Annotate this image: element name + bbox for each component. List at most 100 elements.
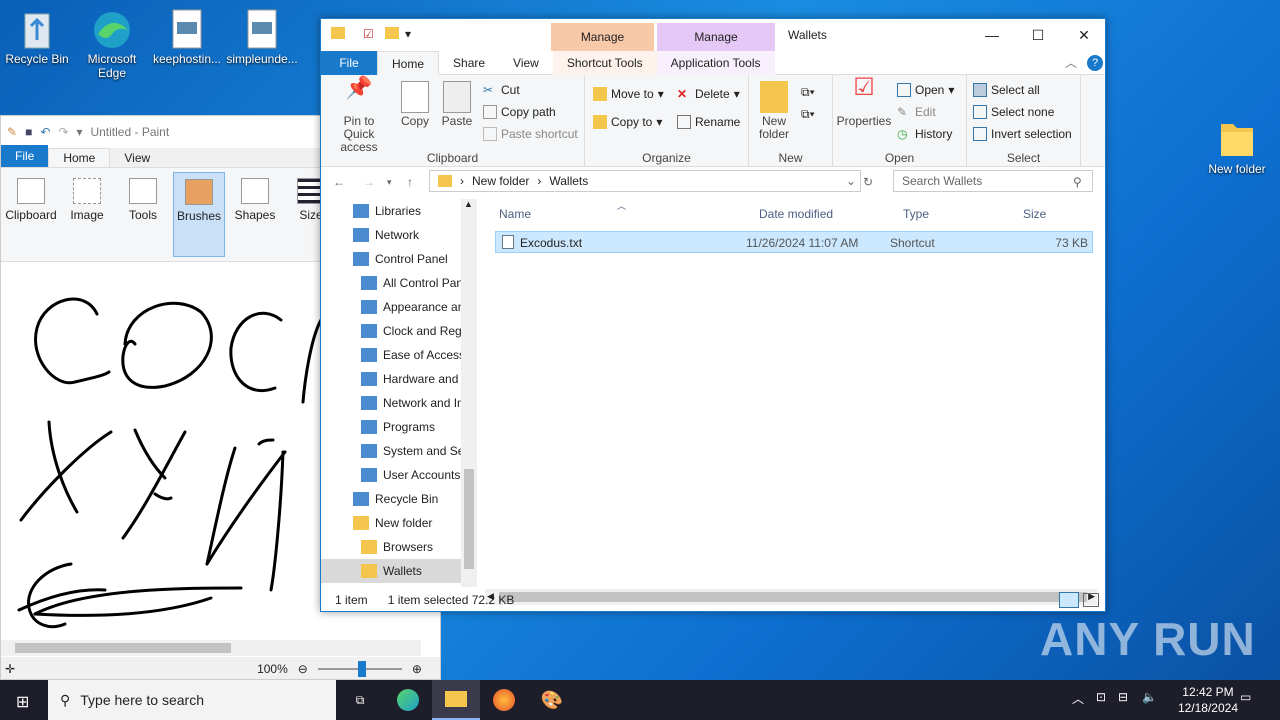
zoom-slider[interactable]: [317, 661, 402, 677]
paint-hscroll-thumb[interactable]: [15, 643, 231, 653]
taskbar-paint[interactable]: 🎨: [528, 680, 576, 720]
paint-hscrollbar[interactable]: [1, 640, 421, 656]
paint-tab-home[interactable]: Home: [48, 148, 111, 167]
nav-item[interactable]: User Accounts: [321, 463, 461, 487]
shapes-button[interactable]: Shapes: [229, 172, 281, 257]
customize-icon[interactable]: ▾: [405, 27, 411, 41]
select-all-button[interactable]: Select all: [973, 83, 1040, 97]
breadcrumb-wallets[interactable]: Wallets: [549, 174, 588, 188]
select-none-button[interactable]: Select none: [973, 105, 1054, 119]
image-button[interactable]: Image: [61, 172, 113, 257]
file-row[interactable]: Excodus.txt 11/26/2024 11:07 AM Shortcut…: [495, 231, 1093, 253]
clock[interactable]: 12:42 PM 12/18/2024: [1178, 684, 1238, 716]
nav-item[interactable]: System and Security: [321, 439, 461, 463]
network-icon[interactable]: ⊡: [1096, 690, 1106, 704]
zoom-out-button[interactable]: ⊖: [298, 662, 308, 676]
move-to-button[interactable]: Move to ▾: [593, 87, 664, 101]
save-icon[interactable]: ■: [25, 125, 32, 139]
edit-button[interactable]: ✎ Edit: [897, 105, 936, 119]
new-folder-button[interactable]: New folder: [753, 81, 795, 141]
taskbar-firefox[interactable]: [480, 680, 528, 720]
refresh-icon[interactable]: ↻: [863, 175, 873, 189]
nav-item[interactable]: Network and Internet: [321, 391, 461, 415]
paint-tab-view[interactable]: View: [110, 149, 164, 167]
paste-shortcut-button[interactable]: Paste shortcut: [483, 127, 578, 141]
undo-icon[interactable]: ↶: [40, 125, 50, 139]
invert-selection-button[interactable]: Invert selection: [973, 127, 1072, 141]
desktop-icon-edge[interactable]: Microsoft Edge: [72, 8, 152, 80]
nav-item[interactable]: New folder: [321, 511, 461, 535]
brushes-button[interactable]: Brushes: [173, 172, 225, 257]
close-button[interactable]: ✕: [1061, 19, 1107, 51]
nav-item[interactable]: Appearance and Personalization: [321, 295, 461, 319]
zoom-in-button[interactable]: ⊕: [412, 662, 422, 676]
tab-share[interactable]: Share: [439, 51, 499, 75]
column-size[interactable]: Size: [1023, 207, 1046, 221]
address-dropdown-icon[interactable]: ⌄: [846, 174, 856, 188]
show-hidden-icons[interactable]: ︿: [1072, 690, 1084, 707]
history-button[interactable]: ◷ History: [897, 127, 952, 141]
properties-button[interactable]: ☑ Properties: [835, 76, 893, 128]
tab-shortcut-tools[interactable]: Shortcut Tools: [552, 50, 657, 75]
clipboard-button[interactable]: Clipboard: [5, 172, 57, 257]
nav-scrollbar[interactable]: ▲: [461, 199, 477, 587]
explorer-window[interactable]: ☑ ▾ Manage Manage Wallets — ☐ ✕ File Hom…: [320, 18, 1106, 612]
up-icon[interactable]: ↑: [407, 175, 413, 189]
desktop-icon-new-folder[interactable]: New folder: [1197, 118, 1277, 176]
properties-icon[interactable]: ☑: [363, 27, 374, 41]
nav-item[interactable]: Browsers: [321, 535, 461, 559]
redo-icon[interactable]: ↷: [58, 125, 68, 139]
breadcrumb-new-folder[interactable]: New folder: [472, 174, 529, 188]
customize-icon[interactable]: ▾: [76, 125, 82, 139]
search-input[interactable]: Search Wallets: [893, 170, 1093, 192]
notifications-icon[interactable]: ▭: [1240, 690, 1251, 704]
copy-to-button[interactable]: Copy to ▾: [593, 115, 662, 129]
tab-file[interactable]: File: [321, 50, 377, 75]
tab-application-tools[interactable]: Application Tools: [656, 50, 775, 75]
nav-item[interactable]: Hardware and Sound: [321, 367, 461, 391]
recent-locations-icon[interactable]: ▾: [387, 177, 392, 188]
task-view-button[interactable]: ⧉: [336, 680, 384, 720]
nav-item[interactable]: Libraries: [321, 199, 461, 223]
volume-icon[interactable]: 🔈: [1142, 690, 1157, 704]
connection-icon[interactable]: ⊟: [1118, 690, 1128, 704]
help-icon[interactable]: ?: [1087, 54, 1103, 71]
column-name[interactable]: Name: [499, 207, 531, 221]
nav-item[interactable]: Programs: [321, 415, 461, 439]
tab-home[interactable]: Home: [377, 50, 440, 75]
nav-item[interactable]: Ease of Access: [321, 343, 461, 367]
minimize-button[interactable]: —: [969, 19, 1015, 51]
nav-item[interactable]: All Control Panel Items: [321, 271, 461, 295]
rename-button[interactable]: Rename: [677, 115, 740, 129]
start-button[interactable]: ⊞: [16, 692, 29, 712]
back-icon[interactable]: ←: [333, 175, 345, 189]
column-date[interactable]: Date modified: [759, 207, 833, 221]
paint-tab-file[interactable]: File: [1, 145, 49, 167]
forward-icon[interactable]: →: [363, 175, 375, 189]
nav-item[interactable]: Network: [321, 223, 461, 247]
column-type[interactable]: Type: [903, 207, 929, 221]
taskbar-edge[interactable]: [384, 680, 432, 720]
cut-button[interactable]: ✂ Cut: [483, 83, 520, 97]
desktop-icon-simpleunde[interactable]: simpleunde...: [222, 8, 302, 66]
desktop-icon-recycle-bin[interactable]: Recycle Bin: [0, 8, 77, 66]
nav-item[interactable]: Clock and Region: [321, 319, 461, 343]
maximize-button[interactable]: ☐: [1015, 19, 1061, 51]
paint-canvas[interactable]: [5, 268, 323, 643]
nav-item[interactable]: Wallets: [321, 559, 461, 583]
details-view-icon[interactable]: [1059, 592, 1079, 608]
easy-access-icon[interactable]: ⧉▾: [801, 107, 815, 122]
new-item-icon[interactable]: ⧉▾: [801, 85, 815, 100]
zoom-slider-thumb[interactable]: [357, 661, 366, 677]
collapse-ribbon-icon[interactable]: ︿: [1065, 54, 1077, 71]
taskbar-search[interactable]: ⚲ Type here to search: [48, 680, 336, 720]
scroll-up-icon[interactable]: ▲: [464, 199, 473, 209]
nav-item[interactable]: Control Panel: [321, 247, 461, 271]
tools-button[interactable]: Tools: [117, 172, 169, 257]
pin-quick-access-button[interactable]: 📌 Pin to Quick access: [327, 77, 391, 154]
folder-icon[interactable]: [385, 27, 399, 39]
delete-button[interactable]: ✕ Delete ▾: [677, 87, 740, 101]
large-icons-view-icon[interactable]: [1083, 593, 1099, 607]
nav-scroll-thumb[interactable]: [464, 469, 474, 569]
address-field[interactable]: › New folder › Wallets ⌄: [429, 170, 861, 192]
